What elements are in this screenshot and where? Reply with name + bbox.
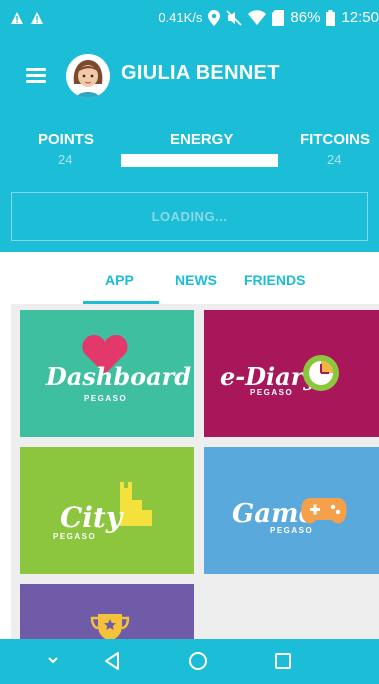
warning-icon xyxy=(31,12,43,24)
app-grid: Dashboard PEGASO e-Diary PEGASO City PEG… xyxy=(11,304,379,639)
avatar-illustration xyxy=(66,54,110,98)
battery-percent: 86% xyxy=(290,9,321,26)
points-label: POINTS xyxy=(38,131,94,148)
warning-icon xyxy=(11,12,23,24)
tile-dashboard-title: Dashboard xyxy=(46,362,192,391)
fitcoins-value: 24 xyxy=(327,152,342,167)
energy-label: ENERGY xyxy=(170,131,234,148)
hamburger-menu-icon[interactable] xyxy=(26,68,46,83)
tile-trophy[interactable] xyxy=(20,584,194,639)
tile-game[interactable]: Game PEGASO xyxy=(204,447,379,574)
network-speed: 0.41K/s xyxy=(158,10,203,25)
tile-city-title: City xyxy=(60,501,123,534)
tile-game-subtitle: PEGASO xyxy=(270,526,314,535)
status-right: 0.41K/s 86% 12:50 xyxy=(158,9,379,26)
mute-icon xyxy=(226,9,242,26)
navigation-bar xyxy=(0,639,379,684)
tile-ediary-subtitle: PEGASO xyxy=(250,388,294,397)
tab-app[interactable]: APP xyxy=(105,272,134,288)
energy-bar xyxy=(121,154,278,167)
back-icon[interactable] xyxy=(103,651,121,671)
tab-news[interactable]: NEWS xyxy=(175,272,217,288)
tile-dashboard-subtitle: PEGASO xyxy=(84,394,128,403)
recents-icon[interactable] xyxy=(274,652,292,670)
clock-time: 12:50 xyxy=(341,9,379,26)
tab-friends[interactable]: FRIENDS xyxy=(244,272,305,288)
sim-icon xyxy=(272,9,285,26)
home-icon[interactable] xyxy=(188,651,208,671)
user-name: GIULIA BENNET xyxy=(121,62,280,84)
loading-box: LOADING... xyxy=(11,192,368,241)
avatar[interactable] xyxy=(66,54,110,98)
loading-text: LOADING... xyxy=(151,209,228,224)
status-bar: 0.41K/s 86% 12:50 xyxy=(0,0,379,40)
location-icon xyxy=(208,9,221,26)
battery-icon xyxy=(326,9,336,26)
gamepad-icon xyxy=(301,498,347,524)
profile-header: GIULIA BENNET POINTS 24 ENERGY FITCOINS … xyxy=(0,40,379,252)
wifi-icon xyxy=(248,10,267,25)
tab-bar: APP NEWS FRIENDS xyxy=(0,252,379,304)
trophy-icon xyxy=(90,614,130,639)
clock-icon xyxy=(303,355,339,391)
status-left-icons xyxy=(10,11,44,25)
tile-city[interactable]: City PEGASO xyxy=(20,447,194,574)
tile-dashboard[interactable]: Dashboard PEGASO xyxy=(20,310,194,437)
fitcoins-label: FITCOINS xyxy=(300,131,370,148)
chevron-down-icon[interactable] xyxy=(47,655,59,665)
points-value: 24 xyxy=(58,152,73,167)
tile-city-subtitle: PEGASO xyxy=(53,532,97,541)
tile-ediary[interactable]: e-Diary PEGASO xyxy=(204,310,379,437)
